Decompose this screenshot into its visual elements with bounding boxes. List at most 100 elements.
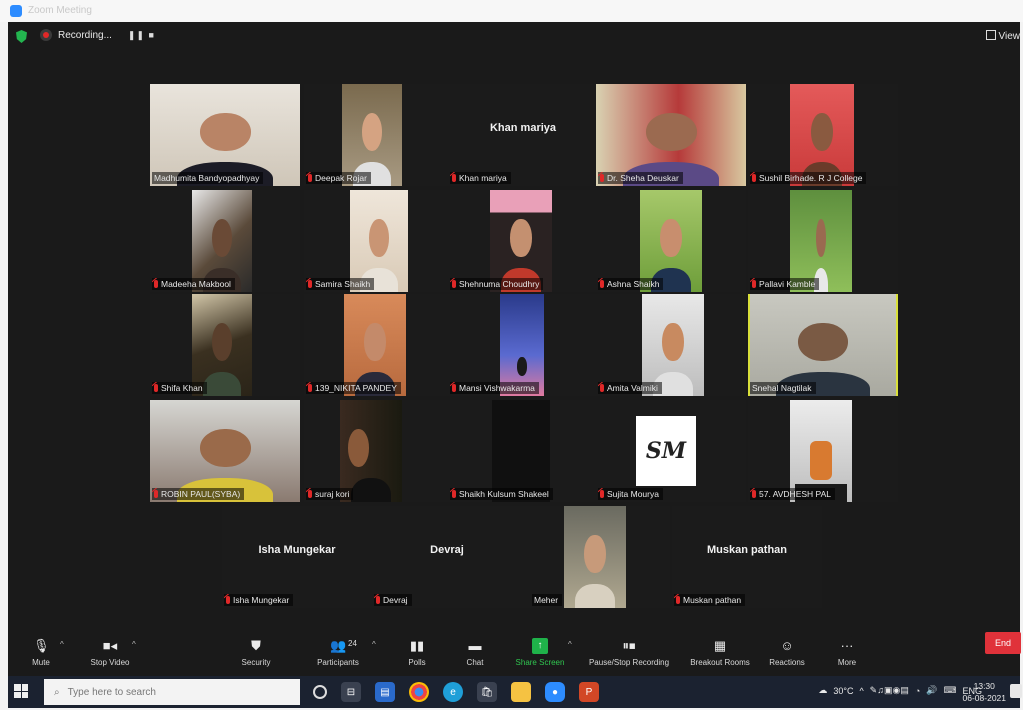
participant-tile[interactable]: SM Sujita Mourya [596, 400, 746, 502]
keyboard-icon[interactable]: ⌨ [943, 685, 956, 696]
participant-tile[interactable]: Muskan pathan Muskan pathan [672, 506, 822, 608]
zoom-taskbar-icon[interactable]: ● [545, 682, 565, 702]
more-button[interactable]: ··· More [832, 638, 862, 667]
video-options-chevron-icon[interactable]: ^ [132, 640, 136, 649]
chat-button[interactable]: ▬ Chat [460, 638, 490, 667]
participant-name-label: 57. AVDHESH PAL [750, 488, 835, 500]
participants-options-chevron-icon[interactable]: ^ [372, 640, 376, 649]
participant-display-name: Khan mariya [489, 122, 557, 134]
participant-video [564, 506, 626, 608]
participant-name: Snehal Nagtilak [752, 383, 812, 393]
participant-video [500, 294, 544, 396]
participant-name: Devraj [383, 595, 408, 605]
participant-name: Madhumita Bandyopadhyay [154, 173, 260, 183]
participant-tile[interactable]: Madhumita Bandyopadhyay [150, 84, 300, 186]
stop-video-button[interactable]: ■◂ Stop Video [82, 638, 138, 667]
participant-tile[interactable]: Amita Valmiki [596, 294, 746, 396]
polls-button[interactable]: ▮▮ Polls [402, 638, 432, 667]
volume-icon[interactable]: 🔊 [926, 685, 937, 696]
participant-video [640, 190, 702, 292]
recording-dot-icon [40, 29, 52, 41]
temperature[interactable]: 30°C [833, 686, 853, 696]
tray-chevron-icon[interactable]: ^ [859, 686, 863, 696]
participant-tile[interactable]: 139_NIKITA PANDEY [304, 294, 454, 396]
pause-stop-recording-button[interactable]: ⏸⏹ Pause/Stop Recording [582, 638, 676, 667]
participant-tile[interactable]: 57. AVDHESH PAL [748, 400, 898, 502]
chrome-icon[interactable] [409, 682, 429, 702]
pause-stop-icon: ⏸⏹ [622, 638, 636, 653]
windows-start-icon[interactable] [14, 684, 28, 698]
taskbar-search-box[interactable]: ⌕ Type here to search [44, 679, 300, 705]
participants-label: Participants [317, 658, 359, 667]
muted-mic-icon [676, 596, 680, 604]
participant-tile[interactable]: Samira Shaikh [304, 190, 454, 292]
powerpoint-icon[interactable]: P [579, 682, 599, 702]
muted-mic-icon [308, 174, 312, 182]
participant-video [192, 294, 252, 396]
mute-button[interactable]: 🎙 Mute [26, 638, 56, 667]
participant-tile[interactable]: Madeeha Makbool [150, 190, 300, 292]
weather-cloud-icon[interactable]: ☁ [818, 685, 827, 696]
share-options-chevron-icon[interactable]: ^ [568, 640, 572, 649]
view-button[interactable]: View [985, 30, 1020, 42]
tray-apps-icon[interactable]: ✎♫▣◉▤ [870, 685, 909, 696]
muted-mic-icon [752, 490, 756, 498]
meeting-window: Recording... ❚❚ ■ View Madhumita Bandyop… [8, 22, 1020, 695]
wifi-icon[interactable]: ◔ [915, 686, 920, 696]
store-tiles-icon[interactable]: ▤ [375, 682, 395, 702]
breakout-rooms-icon: ▦ [713, 638, 727, 653]
participant-name: Mansi Vishwakarma [459, 383, 535, 393]
participant-tile[interactable]: Meher [520, 506, 670, 608]
participant-tile-active-speaker[interactable]: Snehal Nagtilak [748, 294, 898, 396]
participant-tile[interactable]: Khan mariya Khan mariya [448, 84, 598, 186]
file-explorer-icon[interactable] [511, 682, 531, 702]
participants-button[interactable]: 👥 24 Participants [308, 638, 368, 667]
shield-icon: ⛊ [251, 638, 261, 653]
end-meeting-button[interactable]: End [985, 632, 1021, 654]
participant-video [344, 294, 406, 396]
security-button[interactable]: ⛊ Security [236, 638, 276, 667]
participant-tile[interactable]: Shifa Khan [150, 294, 300, 396]
reactions-button[interactable]: ☺ Reactions [766, 638, 808, 667]
participant-tile[interactable]: Shehnuma Choudhry [448, 190, 598, 292]
search-icon: ⌕ [54, 686, 60, 698]
security-shield-icon[interactable] [16, 30, 27, 43]
participant-video [350, 190, 408, 292]
participant-tile[interactable]: Shaikh Kulsum Shakeel [448, 400, 598, 502]
share-screen-label: Share Screen [515, 658, 565, 667]
participants-count: 24 [348, 639, 357, 648]
window-title: Zoom Meeting [28, 5, 92, 16]
participant-video [596, 84, 746, 186]
participant-tile[interactable]: Isha Mungekar Isha Mungekar [222, 506, 372, 608]
taskbar-clock[interactable]: 13:30 06-08-2021 [963, 680, 1006, 704]
participant-name-label: Madeeha Makbool [152, 278, 235, 290]
participant-tile[interactable]: Pallavi Kamble [748, 190, 898, 292]
participant-tile[interactable]: Dr. Sheha Deuskar [596, 84, 746, 186]
participant-name-label: Deepak Rojar [306, 172, 371, 184]
participant-name-label: Amita Valmiki [598, 382, 662, 394]
participant-tile[interactable]: Mansi Vishwakarma [448, 294, 598, 396]
participant-tile[interactable]: Devraj Devraj [372, 506, 522, 608]
audio-options-chevron-icon[interactable]: ^ [60, 640, 64, 649]
share-screen-button[interactable]: ↑ Share Screen [512, 638, 568, 667]
participant-name-label: Devraj [374, 594, 412, 606]
cortana-icon[interactable] [313, 685, 327, 699]
participant-name: Isha Mungekar [233, 595, 290, 605]
participant-tile[interactable]: ROBIN PAUL(SYBA) [150, 400, 300, 502]
participant-tile[interactable]: suraj kori [304, 400, 454, 502]
muted-mic-icon [154, 490, 158, 498]
notification-center-icon[interactable] [1010, 684, 1022, 698]
breakout-rooms-button[interactable]: ▦ Breakout Rooms [684, 638, 756, 667]
pause-stop-recording-label: Pause/Stop Recording [588, 658, 670, 667]
participant-video [492, 400, 550, 502]
participant-tile[interactable]: Deepak Rojar [304, 84, 454, 186]
smiley-plus-icon: ☺ [780, 638, 794, 653]
muted-mic-icon [154, 384, 158, 392]
edge-icon[interactable]: e [443, 682, 463, 702]
microsoft-store-icon[interactable]: 🛍 [477, 682, 497, 702]
search-placeholder: Type here to search [67, 686, 156, 698]
task-view-icon[interactable]: ⊟ [341, 682, 361, 702]
participant-tile[interactable]: Ashna Shaikh [596, 190, 746, 292]
recording-controls[interactable]: ❚❚ ■ [128, 30, 155, 41]
participant-tile[interactable]: Sushil Birhade. R J College [748, 84, 898, 186]
